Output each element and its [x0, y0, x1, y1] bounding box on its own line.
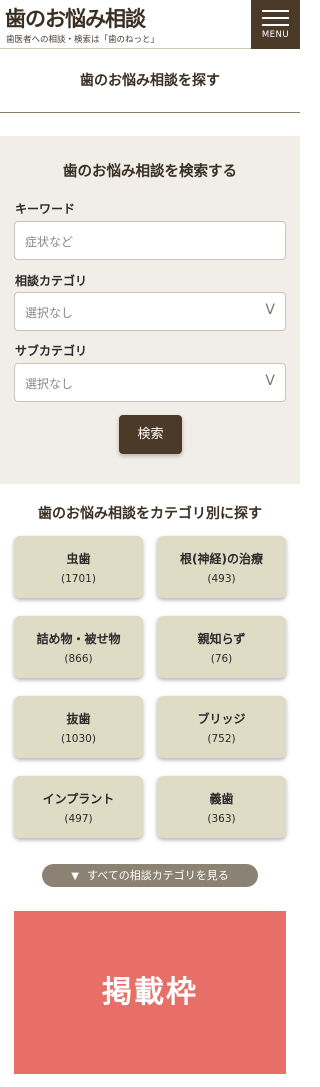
category-name: 根(神経)の治療 — [180, 552, 263, 566]
category-count: (1701) — [61, 573, 96, 585]
category-card-root-canal[interactable]: 根(神経)の治療 (493) — [157, 536, 286, 598]
category-name: 虫歯 — [66, 552, 91, 566]
category-name: 親知らず — [197, 632, 246, 646]
category-name: インプラント — [42, 792, 115, 806]
category-card-fillings-crowns[interactable]: 詰め物・被せ物 (866) — [14, 616, 143, 678]
category-select-value: 選択なし — [25, 306, 74, 320]
chevron-down-icon: V — [265, 373, 275, 389]
category-count: (363) — [207, 813, 236, 825]
category-card-dentures[interactable]: 義歯 (363) — [157, 776, 286, 838]
category-card-extraction[interactable]: 抜歯 (1030) — [14, 696, 143, 758]
category-name: 詰め物・被せ物 — [36, 632, 121, 646]
site-logo[interactable]: 歯のお悩み相談 — [5, 3, 146, 33]
category-label: 相談カテゴリ — [15, 274, 88, 288]
category-card-wisdom-teeth[interactable]: 親知らず (76) — [157, 616, 286, 678]
menu-label: MENU — [261, 30, 290, 40]
category-name: 義歯 — [209, 792, 234, 806]
search-panel: 歯のお悩み相談を検索する キーワード 症状など 相談カテゴリ 選択なし V サブ… — [0, 136, 300, 484]
search-button[interactable]: 検索 — [119, 415, 182, 454]
view-all-categories-button[interactable]: ▼ すべての相談カテゴリを見る — [42, 864, 258, 887]
category-name: 抜歯 — [66, 712, 91, 726]
category-card-bridge[interactable]: ブリッジ (752) — [157, 696, 286, 758]
view-all-categories-label: すべての相談カテゴリを見る — [86, 869, 229, 882]
keyword-placeholder: 症状など — [25, 235, 74, 249]
site-tagline: 歯医者への相談・検索は「歯のねっと」 — [6, 35, 160, 45]
category-card-implant[interactable]: インプラント (497) — [14, 776, 143, 838]
category-count: (497) — [64, 813, 93, 825]
category-count: (76) — [210, 653, 233, 665]
subcategory-select-value: 選択なし — [25, 377, 74, 391]
category-name: ブリッジ — [197, 712, 246, 726]
chevron-down-icon: V — [265, 302, 275, 318]
keyword-label: キーワード — [15, 202, 76, 216]
hamburger-icon — [262, 10, 289, 31]
category-count: (493) — [207, 573, 236, 585]
triangle-down-icon: ▼ — [71, 871, 79, 882]
subcategory-select[interactable]: 選択なし V — [14, 363, 286, 402]
category-card-cavities[interactable]: 虫歯 (1701) — [14, 536, 143, 598]
page-title: 歯のお悩み相談を探す — [80, 73, 220, 89]
subcategory-label: サブカテゴリ — [15, 344, 88, 358]
divider — [0, 112, 300, 113]
category-section-title: 歯のお悩み相談をカテゴリ別に探す — [38, 506, 262, 522]
search-panel-title: 歯のお悩み相談を検索する — [63, 164, 237, 180]
category-count: (866) — [64, 653, 93, 665]
category-count: (1030) — [61, 733, 96, 745]
ad-slot[interactable]: 掲載枠 — [14, 911, 286, 1074]
menu-button[interactable]: MENU — [251, 0, 300, 49]
category-count: (752) — [207, 733, 236, 745]
category-select[interactable]: 選択なし V — [14, 292, 286, 331]
keyword-input[interactable]: 症状など — [14, 221, 286, 260]
site-header: 歯のお悩み相談 歯医者への相談・検索は「歯のねっと」 MENU — [0, 0, 300, 49]
